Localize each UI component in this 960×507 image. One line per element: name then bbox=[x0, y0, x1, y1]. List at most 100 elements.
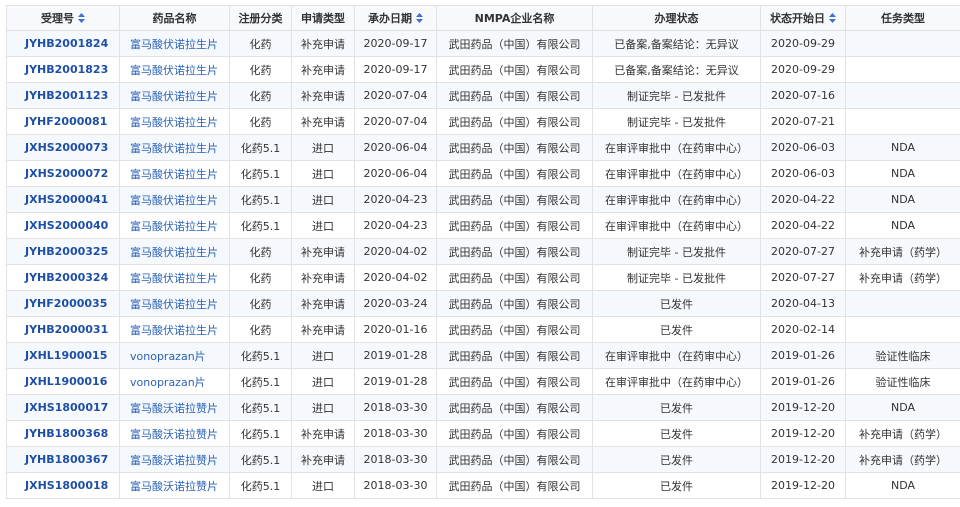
drug-name-link[interactable]: 富马酸伏诺拉生片 bbox=[119, 82, 230, 109]
processing-status-cell: 已发件 bbox=[592, 472, 761, 499]
column-header-undertake-date[interactable]: 承办日期 bbox=[354, 5, 437, 31]
table-row[interactable]: JYHB2001824 富马酸伏诺拉生片 化药 补充申请 2020-09-17 武田药品（… bbox=[6, 30, 960, 57]
table-row[interactable]: JYHB1800368 富马酸沃诺拉赞片 化药5.1 补充申请 2018-03-30 武田… bbox=[6, 420, 960, 447]
acceptance-no-cell[interactable]: JXHL1900016 bbox=[6, 368, 120, 395]
processing-status-cell: 制证完毕 - 已发批件 bbox=[592, 264, 761, 291]
status-start-date-cell: 2020-07-27 bbox=[760, 238, 846, 265]
table-row[interactable]: JXHS2000040 富马酸伏诺拉生片 化药5.1 进口 2020-04-23 武田药品… bbox=[6, 212, 960, 239]
acceptance-no-cell[interactable]: JYHB2001824 bbox=[6, 30, 120, 57]
table-row[interactable]: JXHL1900016 vonoprazan片 化药5.1 进口 2019-01-28 武… bbox=[6, 368, 960, 395]
table-row[interactable]: JXHS1800018 富马酸沃诺拉赞片 化药5.1 进口 2018-03-30 武田药品… bbox=[6, 472, 960, 499]
task-type-cell: NDA bbox=[845, 134, 960, 161]
company-name-cell: 武田药品（中国）有限公司 bbox=[436, 342, 593, 369]
drug-registration-table: 受理号 药品名称 注册分类 申请类型 承办日期 NMPA企业名称 办理状态 状态开始日 任务类型… bbox=[6, 5, 960, 499]
registration-class-cell: 化药5.1 bbox=[229, 342, 292, 369]
acceptance-no-cell[interactable]: JXHS2000040 bbox=[6, 212, 120, 239]
application-type-cell: 补充申请 bbox=[291, 56, 355, 83]
undertake-date-cell: 2019-01-28 bbox=[354, 368, 437, 395]
drug-name-link[interactable]: 富马酸伏诺拉生片 bbox=[119, 212, 230, 239]
drug-name-link[interactable]: 富马酸伏诺拉生片 bbox=[119, 186, 230, 213]
status-start-date-cell: 2020-09-29 bbox=[760, 56, 846, 83]
registration-class-cell: 化药5.1 bbox=[229, 134, 292, 161]
acceptance-no-cell[interactable]: JXHL1900015 bbox=[6, 342, 120, 369]
acceptance-no-cell[interactable]: JYHB2000324 bbox=[6, 264, 120, 291]
task-type-cell bbox=[845, 56, 960, 83]
sort-icon[interactable] bbox=[78, 13, 85, 23]
table-row[interactable]: JXHS2000041 富马酸伏诺拉生片 化药5.1 进口 2020-04-23 武田药品… bbox=[6, 186, 960, 213]
task-type-cell: 补充申请（药学） bbox=[845, 420, 960, 447]
drug-name-link[interactable]: vonoprazan片 bbox=[119, 342, 230, 369]
undertake-date-cell: 2018-03-30 bbox=[354, 446, 437, 473]
acceptance-no-cell[interactable]: JYHB2001823 bbox=[6, 56, 120, 83]
drug-name-link[interactable]: 富马酸伏诺拉生片 bbox=[119, 108, 230, 135]
column-header-label: 受理号 bbox=[41, 12, 74, 25]
task-type-cell: NDA bbox=[845, 472, 960, 499]
acceptance-no-cell[interactable]: JYHB1800367 bbox=[6, 446, 120, 473]
drug-name-link[interactable]: 富马酸沃诺拉赞片 bbox=[119, 394, 230, 421]
table-row[interactable]: JYHF2000035 富马酸伏诺拉生片 化药 补充申请 2020-03-24 武田药品（… bbox=[6, 290, 960, 317]
acceptance-no-cell[interactable]: JYHB2000031 bbox=[6, 316, 120, 343]
column-header-label: NMPA企业名称 bbox=[474, 12, 555, 25]
status-start-date-cell: 2020-04-22 bbox=[760, 186, 846, 213]
company-name-cell: 武田药品（中国）有限公司 bbox=[436, 446, 593, 473]
drug-name-link[interactable]: 富马酸伏诺拉生片 bbox=[119, 264, 230, 291]
processing-status-cell: 已备案,备案结论：无异议 bbox=[592, 30, 761, 57]
table-row[interactable]: JYHF2000081 富马酸伏诺拉生片 化药 补充申请 2020-07-04 武田药品（… bbox=[6, 108, 960, 135]
drug-name-link[interactable]: 富马酸沃诺拉赞片 bbox=[119, 420, 230, 447]
acceptance-no-cell[interactable]: JYHF2000081 bbox=[6, 108, 120, 135]
column-header-label: 承办日期 bbox=[368, 12, 412, 25]
table-row[interactable]: JYHB2000324 富马酸伏诺拉生片 化药 补充申请 2020-04-02 武田药品（… bbox=[6, 264, 960, 291]
acceptance-no-cell[interactable]: JXHS1800017 bbox=[6, 394, 120, 421]
processing-status-cell: 在审评审批中（在药审中心） bbox=[592, 186, 761, 213]
acceptance-no-cell[interactable]: JYHB2001123 bbox=[6, 82, 120, 109]
drug-name-link[interactable]: 富马酸伏诺拉生片 bbox=[119, 160, 230, 187]
table-row[interactable]: JXHL1900015 vonoprazan片 化药5.1 进口 2019-01-28 武… bbox=[6, 342, 960, 369]
column-header-company: NMPA企业名称 bbox=[436, 5, 593, 31]
drug-name-link[interactable]: 富马酸伏诺拉生片 bbox=[119, 56, 230, 83]
registration-class-cell: 化药 bbox=[229, 316, 292, 343]
processing-status-cell: 在审评审批中（在药审中心） bbox=[592, 160, 761, 187]
column-header-status-start[interactable]: 状态开始日 bbox=[760, 5, 846, 31]
status-start-date-cell: 2019-12-20 bbox=[760, 420, 846, 447]
undertake-date-cell: 2020-04-02 bbox=[354, 238, 437, 265]
column-header-task-type: 任务类型 bbox=[845, 5, 960, 31]
table-row[interactable]: JYHB1800367 富马酸沃诺拉赞片 化药5.1 补充申请 2018-03-30 武田… bbox=[6, 446, 960, 473]
table-row[interactable]: JXHS2000073 富马酸伏诺拉生片 化药5.1 进口 2020-06-04 武田药品… bbox=[6, 134, 960, 161]
task-type-cell bbox=[845, 316, 960, 343]
drug-name-link[interactable]: 富马酸伏诺拉生片 bbox=[119, 238, 230, 265]
sort-icon[interactable] bbox=[829, 13, 836, 23]
acceptance-no-cell[interactable]: JXHS1800018 bbox=[6, 472, 120, 499]
acceptance-no-cell[interactable]: JYHF2000035 bbox=[6, 290, 120, 317]
table-row[interactable]: JYHB2000325 富马酸伏诺拉生片 化药 补充申请 2020-04-02 武田药品（… bbox=[6, 238, 960, 265]
drug-name-link[interactable]: 富马酸沃诺拉赞片 bbox=[119, 446, 230, 473]
acceptance-no-cell[interactable]: JXHS2000073 bbox=[6, 134, 120, 161]
status-start-date-cell: 2020-07-27 bbox=[760, 264, 846, 291]
task-type-cell: NDA bbox=[845, 186, 960, 213]
processing-status-cell: 制证完毕 - 已发批件 bbox=[592, 238, 761, 265]
drug-name-link[interactable]: 富马酸伏诺拉生片 bbox=[119, 316, 230, 343]
registration-class-cell: 化药5.1 bbox=[229, 446, 292, 473]
drug-name-link[interactable]: 富马酸伏诺拉生片 bbox=[119, 134, 230, 161]
application-type-cell: 补充申请 bbox=[291, 30, 355, 57]
task-type-cell: 补充申请（药学） bbox=[845, 446, 960, 473]
status-start-date-cell: 2019-01-26 bbox=[760, 368, 846, 395]
acceptance-no-cell[interactable]: JYHB2000325 bbox=[6, 238, 120, 265]
column-header-acceptance-no[interactable]: 受理号 bbox=[6, 5, 120, 31]
drug-name-link[interactable]: 富马酸伏诺拉生片 bbox=[119, 30, 230, 57]
table-row[interactable]: JYHB2001123 富马酸伏诺拉生片 化药 补充申请 2020-07-04 武田药品（… bbox=[6, 82, 960, 109]
drug-name-link[interactable]: vonoprazan片 bbox=[119, 368, 230, 395]
drug-name-link[interactable]: 富马酸沃诺拉赞片 bbox=[119, 472, 230, 499]
table-row[interactable]: JXHS1800017 富马酸沃诺拉赞片 化药5.1 进口 2018-03-30 武田药品… bbox=[6, 394, 960, 421]
table-row[interactable]: JYHB2001823 富马酸伏诺拉生片 化药 补充申请 2020-09-17 武田药品（… bbox=[6, 56, 960, 83]
drug-name-link[interactable]: 富马酸伏诺拉生片 bbox=[119, 290, 230, 317]
table-row[interactable]: JYHB2000031 富马酸伏诺拉生片 化药 补充申请 2020-01-16 武田药品（… bbox=[6, 316, 960, 343]
processing-status-cell: 已发件 bbox=[592, 290, 761, 317]
company-name-cell: 武田药品（中国）有限公司 bbox=[436, 30, 593, 57]
task-type-cell: 验证性临床 bbox=[845, 368, 960, 395]
table-row[interactable]: JXHS2000072 富马酸伏诺拉生片 化药5.1 进口 2020-06-04 武田药品… bbox=[6, 160, 960, 187]
acceptance-no-cell[interactable]: JXHS2000041 bbox=[6, 186, 120, 213]
registration-class-cell: 化药 bbox=[229, 30, 292, 57]
sort-icon[interactable] bbox=[416, 13, 423, 23]
acceptance-no-cell[interactable]: JYHB1800368 bbox=[6, 420, 120, 447]
acceptance-no-cell[interactable]: JXHS2000072 bbox=[6, 160, 120, 187]
